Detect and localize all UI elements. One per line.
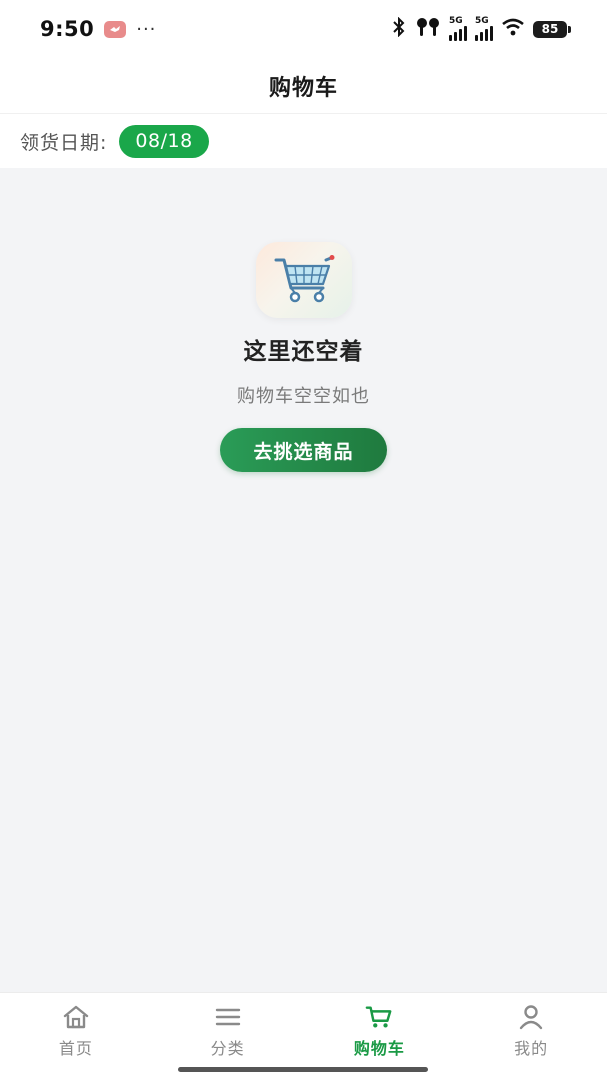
signal-1-label: 5G [449, 15, 463, 26]
home-icon [62, 1003, 90, 1031]
pickup-date-selector[interactable]: 08/18 [119, 124, 209, 158]
tab-profile[interactable]: 我的 [455, 993, 607, 1080]
signal-2-icon: 5G [475, 15, 493, 41]
empty-cart-state: 这里还空着 购物车空空如也 去挑选商品 [0, 168, 607, 472]
cart-icon [365, 1003, 393, 1031]
status-time: 9:50 [40, 17, 95, 41]
status-right: 5G 5G 85 [391, 15, 571, 41]
earbuds-icon [415, 17, 441, 41]
page-title: 购物车 [268, 75, 338, 101]
home-indicator[interactable] [178, 1067, 428, 1072]
shopping-cart-icon [274, 255, 334, 303]
status-bar: 9:50 ··· 5G 5G 85 [0, 0, 607, 58]
pickup-date-label: 领货日期: [20, 131, 108, 154]
empty-cart-title: 这里还空着 [243, 339, 364, 365]
menu-icon [214, 1003, 242, 1031]
signal-1-icon: 5G [449, 15, 467, 41]
pickup-date-row: 领货日期: 08/18 [0, 114, 607, 168]
battery-icon: 85 [533, 20, 571, 38]
wifi-icon [501, 18, 525, 40]
tab-category-label: 分类 [210, 1039, 245, 1058]
status-left: 9:50 ··· [40, 17, 156, 41]
signal-2-label: 5G [475, 15, 489, 26]
browse-products-button[interactable]: 去挑选商品 [220, 428, 387, 472]
empty-cart-illustration [255, 242, 352, 318]
status-more-icon: ··· [136, 18, 157, 40]
bluetooth-icon [391, 16, 407, 41]
empty-cart-subtitle: 购物车空空如也 [237, 386, 370, 407]
tab-cart-label: 购物车 [353, 1039, 405, 1058]
tab-home-label: 首页 [58, 1039, 93, 1058]
tab-home[interactable]: 首页 [0, 993, 152, 1080]
nav-bar: 购物车 [0, 58, 607, 114]
app-notification-icon [104, 20, 127, 38]
tab-profile-label: 我的 [514, 1039, 549, 1058]
user-icon [517, 1003, 545, 1031]
